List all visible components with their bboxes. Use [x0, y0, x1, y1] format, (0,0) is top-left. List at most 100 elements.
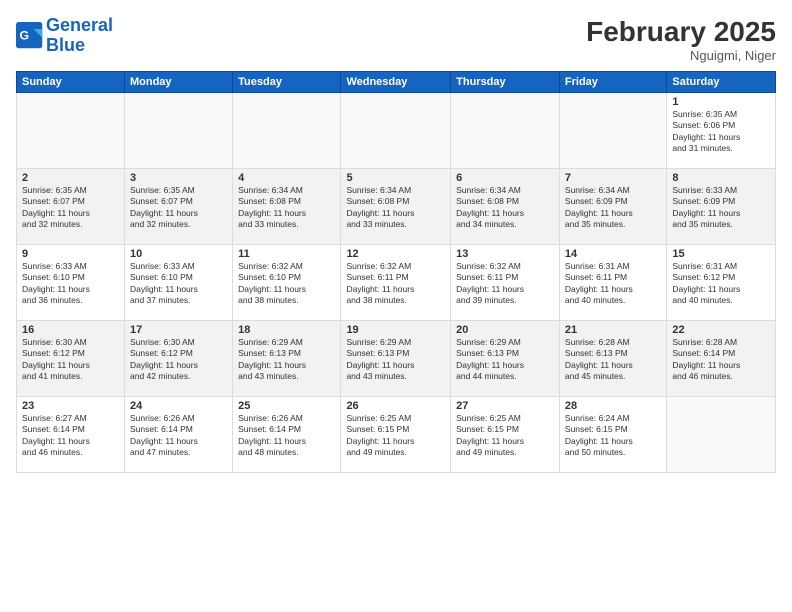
day-number: 23: [22, 400, 119, 412]
day-cell: 18Sunrise: 6:29 AM Sunset: 6:13 PM Dayli…: [233, 321, 341, 397]
col-sunday: Sunday: [17, 72, 125, 93]
day-info: Sunrise: 6:26 AM Sunset: 6:14 PM Dayligh…: [130, 413, 227, 459]
day-cell: 5Sunrise: 6:34 AM Sunset: 6:08 PM Daylig…: [341, 169, 451, 245]
week-row-0: 1Sunrise: 6:35 AM Sunset: 6:06 PM Daylig…: [17, 93, 776, 169]
day-info: Sunrise: 6:30 AM Sunset: 6:12 PM Dayligh…: [130, 337, 227, 383]
logo-icon: G: [16, 22, 44, 50]
day-number: 20: [456, 324, 554, 336]
week-row-1: 2Sunrise: 6:35 AM Sunset: 6:07 PM Daylig…: [17, 169, 776, 245]
day-number: 27: [456, 400, 554, 412]
logo-line2: Blue: [46, 35, 85, 55]
page: G General Blue February 2025 Nguigmi, Ni…: [0, 0, 792, 612]
day-number: 19: [346, 324, 445, 336]
day-cell: 2Sunrise: 6:35 AM Sunset: 6:07 PM Daylig…: [17, 169, 125, 245]
day-info: Sunrise: 6:28 AM Sunset: 6:14 PM Dayligh…: [672, 337, 770, 383]
day-cell: 20Sunrise: 6:29 AM Sunset: 6:13 PM Dayli…: [451, 321, 560, 397]
day-cell: 15Sunrise: 6:31 AM Sunset: 6:12 PM Dayli…: [667, 245, 776, 321]
day-cell: 3Sunrise: 6:35 AM Sunset: 6:07 PM Daylig…: [124, 169, 232, 245]
day-info: Sunrise: 6:35 AM Sunset: 6:07 PM Dayligh…: [22, 185, 119, 231]
day-number: 1: [672, 96, 770, 108]
day-info: Sunrise: 6:31 AM Sunset: 6:11 PM Dayligh…: [565, 261, 661, 307]
day-number: 15: [672, 248, 770, 260]
col-thursday: Thursday: [451, 72, 560, 93]
day-info: Sunrise: 6:34 AM Sunset: 6:08 PM Dayligh…: [346, 185, 445, 231]
day-number: 25: [238, 400, 335, 412]
day-cell: 25Sunrise: 6:26 AM Sunset: 6:14 PM Dayli…: [233, 397, 341, 473]
day-info: Sunrise: 6:32 AM Sunset: 6:11 PM Dayligh…: [456, 261, 554, 307]
day-cell: 19Sunrise: 6:29 AM Sunset: 6:13 PM Dayli…: [341, 321, 451, 397]
day-cell: 1Sunrise: 6:35 AM Sunset: 6:06 PM Daylig…: [667, 93, 776, 169]
day-number: 8: [672, 172, 770, 184]
day-cell: 10Sunrise: 6:33 AM Sunset: 6:10 PM Dayli…: [124, 245, 232, 321]
title-block: February 2025 Nguigmi, Niger: [586, 16, 776, 63]
day-info: Sunrise: 6:24 AM Sunset: 6:15 PM Dayligh…: [565, 413, 661, 459]
day-number: 5: [346, 172, 445, 184]
day-cell: [667, 397, 776, 473]
day-info: Sunrise: 6:34 AM Sunset: 6:09 PM Dayligh…: [565, 185, 661, 231]
day-number: 9: [22, 248, 119, 260]
day-number: 11: [238, 248, 335, 260]
calendar-body: 1Sunrise: 6:35 AM Sunset: 6:06 PM Daylig…: [17, 93, 776, 473]
day-cell: [233, 93, 341, 169]
day-info: Sunrise: 6:29 AM Sunset: 6:13 PM Dayligh…: [456, 337, 554, 383]
day-info: Sunrise: 6:29 AM Sunset: 6:13 PM Dayligh…: [238, 337, 335, 383]
day-cell: 26Sunrise: 6:25 AM Sunset: 6:15 PM Dayli…: [341, 397, 451, 473]
day-number: 13: [456, 248, 554, 260]
day-info: Sunrise: 6:25 AM Sunset: 6:15 PM Dayligh…: [346, 413, 445, 459]
col-monday: Monday: [124, 72, 232, 93]
logo-line1: General: [46, 15, 113, 35]
day-cell: 6Sunrise: 6:34 AM Sunset: 6:08 PM Daylig…: [451, 169, 560, 245]
day-info: Sunrise: 6:29 AM Sunset: 6:13 PM Dayligh…: [346, 337, 445, 383]
day-info: Sunrise: 6:31 AM Sunset: 6:12 PM Dayligh…: [672, 261, 770, 307]
day-cell: 27Sunrise: 6:25 AM Sunset: 6:15 PM Dayli…: [451, 397, 560, 473]
day-cell: 17Sunrise: 6:30 AM Sunset: 6:12 PM Dayli…: [124, 321, 232, 397]
day-cell: 24Sunrise: 6:26 AM Sunset: 6:14 PM Dayli…: [124, 397, 232, 473]
col-saturday: Saturday: [667, 72, 776, 93]
week-row-2: 9Sunrise: 6:33 AM Sunset: 6:10 PM Daylig…: [17, 245, 776, 321]
header: G General Blue February 2025 Nguigmi, Ni…: [16, 16, 776, 63]
day-number: 7: [565, 172, 661, 184]
day-cell: 23Sunrise: 6:27 AM Sunset: 6:14 PM Dayli…: [17, 397, 125, 473]
svg-text:G: G: [20, 28, 30, 42]
day-info: Sunrise: 6:34 AM Sunset: 6:08 PM Dayligh…: [238, 185, 335, 231]
day-number: 26: [346, 400, 445, 412]
day-cell: [124, 93, 232, 169]
logo-text: General Blue: [46, 16, 113, 56]
day-number: 14: [565, 248, 661, 260]
day-info: Sunrise: 6:26 AM Sunset: 6:14 PM Dayligh…: [238, 413, 335, 459]
day-number: 12: [346, 248, 445, 260]
day-info: Sunrise: 6:33 AM Sunset: 6:10 PM Dayligh…: [130, 261, 227, 307]
week-row-3: 16Sunrise: 6:30 AM Sunset: 6:12 PM Dayli…: [17, 321, 776, 397]
week-row-4: 23Sunrise: 6:27 AM Sunset: 6:14 PM Dayli…: [17, 397, 776, 473]
day-number: 3: [130, 172, 227, 184]
day-cell: 13Sunrise: 6:32 AM Sunset: 6:11 PM Dayli…: [451, 245, 560, 321]
day-cell: 16Sunrise: 6:30 AM Sunset: 6:12 PM Dayli…: [17, 321, 125, 397]
day-cell: 7Sunrise: 6:34 AM Sunset: 6:09 PM Daylig…: [559, 169, 666, 245]
day-cell: 28Sunrise: 6:24 AM Sunset: 6:15 PM Dayli…: [559, 397, 666, 473]
day-cell: 8Sunrise: 6:33 AM Sunset: 6:09 PM Daylig…: [667, 169, 776, 245]
day-cell: 4Sunrise: 6:34 AM Sunset: 6:08 PM Daylig…: [233, 169, 341, 245]
day-number: 21: [565, 324, 661, 336]
day-cell: 22Sunrise: 6:28 AM Sunset: 6:14 PM Dayli…: [667, 321, 776, 397]
day-number: 6: [456, 172, 554, 184]
col-friday: Friday: [559, 72, 666, 93]
day-info: Sunrise: 6:32 AM Sunset: 6:11 PM Dayligh…: [346, 261, 445, 307]
day-info: Sunrise: 6:25 AM Sunset: 6:15 PM Dayligh…: [456, 413, 554, 459]
day-info: Sunrise: 6:27 AM Sunset: 6:14 PM Dayligh…: [22, 413, 119, 459]
calendar: Sunday Monday Tuesday Wednesday Thursday…: [16, 71, 776, 473]
day-number: 2: [22, 172, 119, 184]
day-cell: 12Sunrise: 6:32 AM Sunset: 6:11 PM Dayli…: [341, 245, 451, 321]
day-number: 22: [672, 324, 770, 336]
day-info: Sunrise: 6:28 AM Sunset: 6:13 PM Dayligh…: [565, 337, 661, 383]
location: Nguigmi, Niger: [586, 48, 776, 63]
day-info: Sunrise: 6:34 AM Sunset: 6:08 PM Dayligh…: [456, 185, 554, 231]
day-number: 4: [238, 172, 335, 184]
day-cell: 14Sunrise: 6:31 AM Sunset: 6:11 PM Dayli…: [559, 245, 666, 321]
day-cell: 11Sunrise: 6:32 AM Sunset: 6:10 PM Dayli…: [233, 245, 341, 321]
day-cell: [451, 93, 560, 169]
day-cell: 21Sunrise: 6:28 AM Sunset: 6:13 PM Dayli…: [559, 321, 666, 397]
header-row: Sunday Monday Tuesday Wednesday Thursday…: [17, 72, 776, 93]
day-info: Sunrise: 6:33 AM Sunset: 6:09 PM Dayligh…: [672, 185, 770, 231]
day-info: Sunrise: 6:35 AM Sunset: 6:07 PM Dayligh…: [130, 185, 227, 231]
day-info: Sunrise: 6:33 AM Sunset: 6:10 PM Dayligh…: [22, 261, 119, 307]
